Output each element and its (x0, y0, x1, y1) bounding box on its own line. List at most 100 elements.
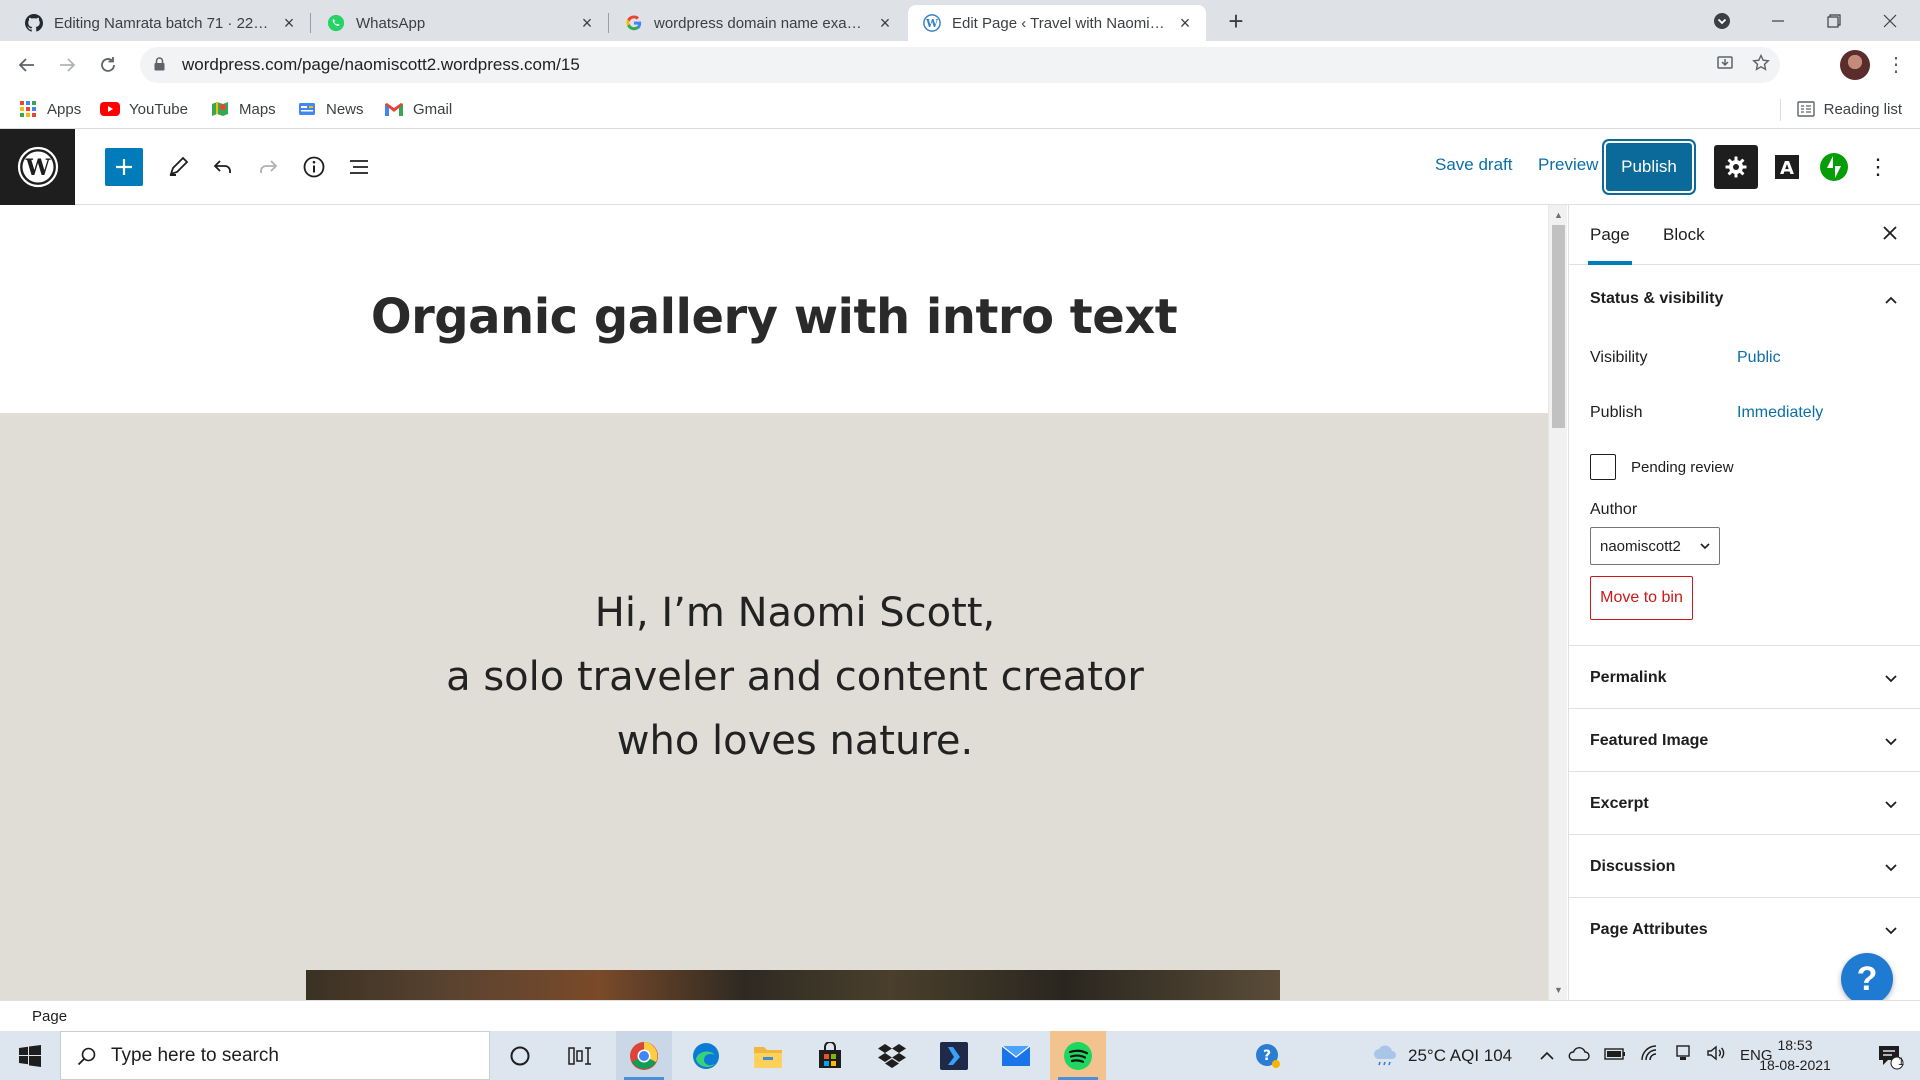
publish-date-toggle[interactable]: Immediately (1737, 404, 1823, 422)
star-bookmark-icon[interactable] (1752, 53, 1770, 77)
volume-icon[interactable] (1706, 1045, 1726, 1066)
save-draft-button[interactable]: Save draft (1435, 155, 1513, 175)
chevron-up-icon[interactable] (1883, 292, 1899, 308)
weather-widget[interactable]: 25°C AQI 104 (1372, 1031, 1512, 1080)
panel-title[interactable]: Status & visibility (1590, 290, 1723, 308)
tools-button[interactable] (159, 148, 197, 186)
close-icon[interactable] (1879, 223, 1901, 245)
reading-list-button[interactable]: Reading list (1796, 97, 1902, 121)
bookmark-apps[interactable]: Apps (18, 97, 81, 121)
svg-text:?: ? (1263, 1048, 1271, 1064)
bookmark-news[interactable]: News (297, 97, 364, 121)
visibility-toggle[interactable]: Public (1737, 349, 1781, 367)
tab-page[interactable]: Page (1588, 205, 1632, 265)
close-window-button[interactable] (1862, 0, 1918, 41)
undo-button[interactable] (204, 148, 242, 186)
start-button[interactable] (0, 1031, 60, 1080)
featured-image-panel[interactable]: Featured Image (1569, 709, 1920, 772)
help-tips-icon[interactable]: ? (1240, 1031, 1296, 1080)
bookmark-youtube[interactable]: YouTube (100, 97, 188, 121)
reload-button[interactable] (94, 51, 122, 79)
global-styles-button[interactable]: A (1765, 145, 1809, 189)
tab-title: WhatsApp (356, 14, 426, 32)
address-bar[interactable]: wordpress.com/page/naomiscott2.wordpress… (140, 47, 1780, 83)
font-a-icon: A (1775, 155, 1799, 179)
install-app-icon[interactable] (1716, 54, 1734, 77)
scroll-up-arrow-icon[interactable]: ▲ (1552, 208, 1565, 222)
permalink-panel[interactable]: Permalink (1569, 646, 1920, 709)
tab-search-icon[interactable] (1694, 0, 1750, 41)
minimize-button[interactable] (1750, 0, 1806, 41)
intro-paragraph[interactable]: Hi, I’m Naomi Scott, a solo traveler and… (0, 581, 1548, 773)
page-attributes-panel[interactable]: Page Attributes (1569, 898, 1920, 961)
bookmark-label: Maps (239, 100, 276, 118)
windows-taskbar: Type here to search ? 25°C AQI 104 ENG 1… (0, 1031, 1920, 1080)
wifi-icon[interactable] (1640, 1045, 1660, 1066)
file-explorer-icon[interactable] (740, 1031, 796, 1080)
scroll-down-arrow-icon[interactable]: ▼ (1552, 983, 1565, 997)
close-icon[interactable]: × (280, 14, 298, 32)
dropbox-icon[interactable] (864, 1031, 920, 1080)
task-view-icon[interactable] (552, 1031, 608, 1080)
close-icon[interactable]: × (876, 14, 894, 32)
canvas-scrollbar[interactable]: ▲ ▼ (1548, 205, 1567, 1000)
panel-title: Discussion (1590, 858, 1676, 875)
microsoft-store-icon[interactable] (802, 1031, 858, 1080)
chevron-down-icon (1885, 801, 1897, 809)
discussion-panel[interactable]: Discussion (1569, 835, 1920, 898)
edge-taskbar-icon[interactable] (678, 1031, 734, 1080)
bookmark-gmail[interactable]: Gmail (384, 97, 452, 121)
spotify-taskbar-icon[interactable] (1050, 1031, 1106, 1080)
close-icon[interactable]: × (1176, 14, 1194, 32)
mail-icon[interactable] (988, 1031, 1044, 1080)
taskbar-clock[interactable]: 18:53 18-08-2021 (1748, 1035, 1842, 1075)
tab-github[interactable]: Editing Namrata batch 71 · 22namrata × (10, 5, 310, 41)
block-breadcrumb[interactable]: Page (32, 1008, 67, 1025)
page-title[interactable]: Organic gallery with intro text (0, 289, 1548, 345)
author-select[interactable]: naomiscott2 (1590, 527, 1720, 565)
gallery-image[interactable] (306, 970, 1280, 1000)
redo-button[interactable] (249, 148, 287, 186)
bookmark-maps[interactable]: Maps (210, 97, 276, 121)
pending-review-label[interactable]: Pending review (1631, 459, 1734, 476)
move-to-bin-button[interactable]: Move to bin (1590, 576, 1693, 620)
taskbar-search-box[interactable]: Type here to search (60, 1031, 490, 1080)
block-inserter-button[interactable] (105, 148, 143, 186)
details-button[interactable] (295, 148, 333, 186)
battery-icon[interactable] (1604, 1046, 1626, 1066)
settings-button[interactable] (1714, 145, 1758, 189)
rain-cloud-icon (1372, 1044, 1398, 1067)
new-tab-button[interactable]: + (1222, 8, 1250, 36)
chevron-up-icon[interactable] (1540, 1046, 1554, 1066)
news-icon (297, 100, 317, 118)
tab-google[interactable]: wordpress domain name example × (610, 5, 906, 41)
jetpack-icon (1820, 153, 1848, 181)
cortana-icon[interactable] (492, 1031, 548, 1080)
scrollbar-thumb[interactable] (1552, 225, 1565, 428)
pending-review-checkbox[interactable] (1590, 454, 1616, 480)
publish-button[interactable]: Publish (1606, 143, 1692, 191)
powerapps-icon[interactable] (926, 1031, 982, 1080)
notification-center-button[interactable]: 1 (1862, 1031, 1918, 1080)
search-placeholder: Type here to search (111, 1044, 279, 1066)
tab-block[interactable]: Block (1661, 205, 1707, 265)
tab-wordpress-edit-page[interactable]: W Edit Page ‹ Travel with Naomi — WordPr… (908, 5, 1206, 41)
forward-button[interactable] (53, 51, 81, 79)
list-view-button[interactable] (340, 148, 378, 186)
excerpt-panel[interactable]: Excerpt (1569, 772, 1920, 835)
close-icon[interactable]: × (578, 14, 596, 32)
display-icon[interactable] (1674, 1045, 1692, 1066)
chrome-taskbar-icon[interactable] (616, 1031, 672, 1080)
help-button[interactable]: ? (1841, 953, 1893, 1005)
tab-whatsapp[interactable]: WhatsApp × (312, 5, 608, 41)
back-button[interactable] (13, 51, 41, 79)
profile-avatar[interactable] (1840, 50, 1870, 80)
restore-button[interactable] (1806, 0, 1862, 41)
browser-menu-icon[interactable]: ⋮ (1886, 53, 1906, 77)
jetpack-button[interactable] (1815, 148, 1853, 186)
wordpress-logo-button[interactable]: W (0, 129, 75, 205)
preview-button[interactable]: Preview (1538, 155, 1598, 175)
omnibox-actions (1716, 47, 1770, 83)
options-menu-icon[interactable]: ⋮ (1866, 148, 1890, 186)
onedrive-icon[interactable] (1568, 1046, 1590, 1066)
